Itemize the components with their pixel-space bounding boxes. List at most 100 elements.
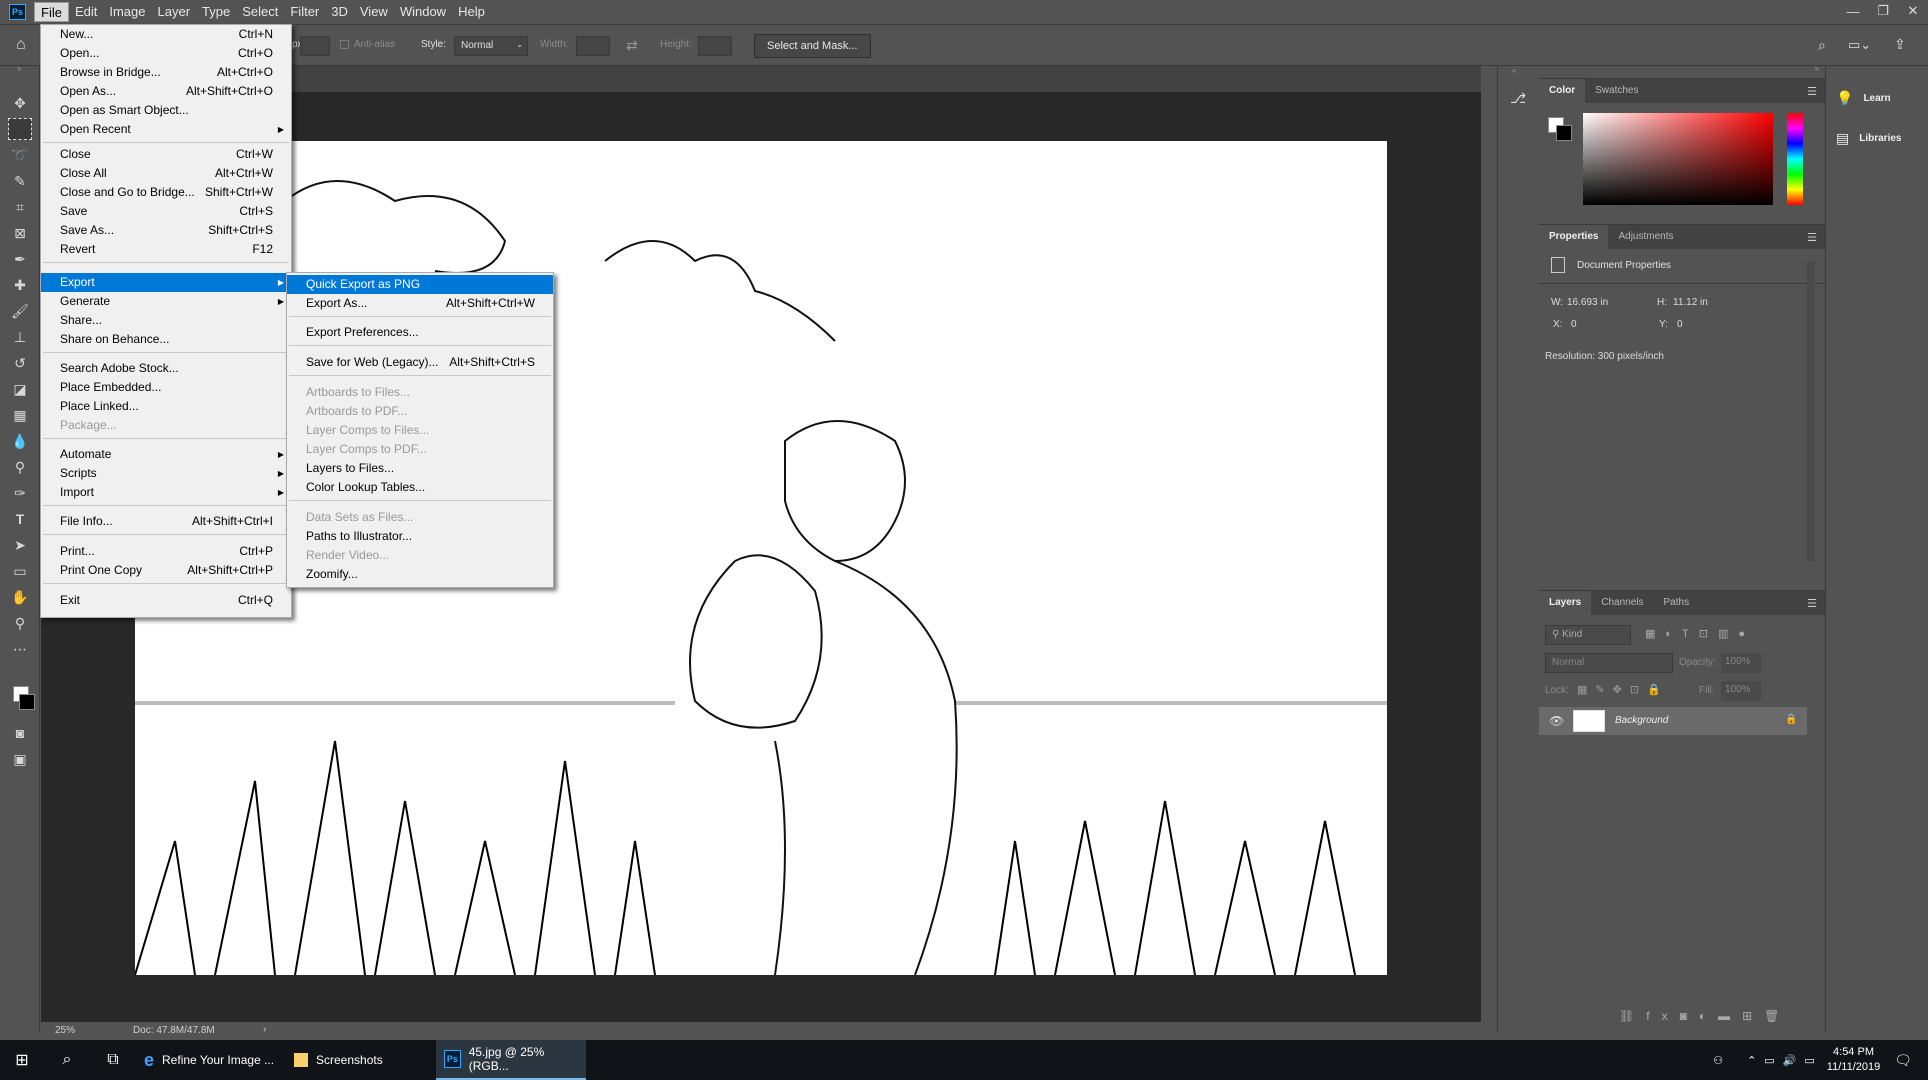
menu-item-close-go-bridge[interactable]: Close and Go to Bridge... Shift+Ctrl+W: [41, 183, 291, 202]
menu-item-search-stock[interactable]: Search Adobe Stock...: [41, 359, 291, 378]
menu-item-place-embedded[interactable]: Place Embedded...: [41, 378, 291, 397]
eye-icon[interactable]: 👁: [1549, 714, 1564, 728]
menu-item-share[interactable]: Share...: [41, 311, 291, 330]
filter-kind-select[interactable]: ⚲ Kind: [1545, 625, 1631, 645]
gradient-tool-icon[interactable]: ▦: [8, 404, 32, 426]
lock-icons[interactable]: ▦✎✥⊡🔒: [1577, 683, 1669, 696]
menu-item-new[interactable]: New... Ctrl+N: [41, 25, 291, 44]
y-value[interactable]: 0: [1677, 319, 1683, 330]
width-input[interactable]: [576, 36, 610, 56]
menu-item-export[interactable]: Export ▶: [41, 273, 291, 292]
panel-menu-icon[interactable]: ☰: [1807, 597, 1817, 610]
antialias-checkbox[interactable]: [340, 40, 349, 49]
pen-tool-icon[interactable]: ✑: [8, 482, 32, 504]
move-tool-icon[interactable]: ✥: [8, 92, 32, 114]
menu-item-quick-export-png[interactable]: Quick Export as PNG: [287, 275, 553, 294]
menu-layer[interactable]: Layer: [152, 2, 197, 22]
menu-item-export-as[interactable]: Export As... Alt+Shift+Ctrl+W: [287, 294, 553, 313]
menu-item-generate[interactable]: Generate ▶: [41, 292, 291, 311]
panel-menu-icon[interactable]: ☰: [1807, 85, 1817, 98]
workspace-icon[interactable]: ▭⌄: [1848, 37, 1871, 53]
menu-item-close-all[interactable]: Close All Alt+Ctrl+W: [41, 164, 291, 183]
menu-item-browse-bridge[interactable]: Browse in Bridge... Alt+Ctrl+O: [41, 63, 291, 82]
menu-item-revert[interactable]: Revert F12: [41, 240, 291, 259]
hand-tool-icon[interactable]: ✋: [8, 586, 32, 608]
more-tools-icon[interactable]: ⋯: [8, 638, 32, 660]
layers-footer-icons[interactable]: ⛓fx◙◐▬⊞🗑: [1619, 1009, 1791, 1023]
libraries-button[interactable]: ▤ Libraries: [1836, 130, 1901, 147]
layer-filter-icons[interactable]: ▦◐T⊡▥●: [1645, 627, 1755, 640]
menu-item-zoomify[interactable]: Zoomify...: [287, 565, 553, 584]
menu-filter[interactable]: Filter: [284, 2, 325, 22]
menu-item-exit[interactable]: Exit Ctrl+Q: [41, 591, 291, 610]
clone-stamp-icon[interactable]: ⊥: [8, 326, 32, 348]
panel-collapse-icon[interactable]: »: [1539, 64, 1825, 73]
bg-swatch[interactable]: [1556, 125, 1572, 141]
screen-mode-icon[interactable]: ▣: [8, 748, 32, 770]
menu-item-open-smart-object[interactable]: Open as Smart Object...: [41, 101, 291, 120]
menu-item-color-lookup[interactable]: Color Lookup Tables...: [287, 478, 553, 497]
taskbar-app-photoshop[interactable]: Ps 45.jpg @ 25% (RGB...: [436, 1040, 586, 1080]
search-icon[interactable]: ⌕: [1818, 37, 1826, 54]
menu-edit[interactable]: Edit: [69, 2, 103, 22]
menu-item-open-as[interactable]: Open As... Alt+Shift+Ctrl+O: [41, 82, 291, 101]
color-picker-field[interactable]: [1583, 113, 1773, 205]
menu-item-export-preferences[interactable]: Export Preferences...: [287, 323, 553, 342]
menu-item-place-linked[interactable]: Place Linked...: [41, 397, 291, 416]
network-icon[interactable]: ▭: [1764, 1054, 1774, 1067]
background-color-swatch[interactable]: [19, 694, 35, 710]
taskbar-app-explorer[interactable]: Screenshots: [286, 1040, 436, 1080]
volume-icon[interactable]: 🔊: [1783, 1054, 1797, 1067]
h-value[interactable]: 11.12 in: [1673, 297, 1708, 308]
blur-tool-icon[interactable]: 💧: [8, 430, 32, 452]
lasso-tool-icon[interactable]: ➰: [8, 144, 32, 166]
restore-icon[interactable]: ❐: [1868, 0, 1898, 22]
eyedropper-tool-icon[interactable]: ✒: [8, 248, 32, 270]
menu-item-print[interactable]: Print... Ctrl+P: [41, 542, 291, 561]
close-icon[interactable]: ✕: [1898, 0, 1928, 22]
taskbar-app-edge[interactable]: e Refine Your Image ...: [136, 1040, 286, 1080]
expand-icon[interactable]: «: [1512, 66, 1516, 75]
home-icon[interactable]: ⌂: [16, 36, 26, 54]
quick-select-tool-icon[interactable]: ✎: [8, 170, 32, 192]
history-panel-icon[interactable]: ⎇: [1510, 90, 1526, 107]
menu-item-share-behance[interactable]: Share on Behance...: [41, 330, 291, 349]
menu-item-save-for-web[interactable]: Save for Web (Legacy)... Alt+Shift+Ctrl+S: [287, 353, 553, 372]
brush-tool-icon[interactable]: 🖌: [8, 300, 32, 322]
menu-item-close[interactable]: Close Ctrl+W: [41, 145, 291, 164]
menu-image[interactable]: Image: [103, 2, 151, 22]
path-select-icon[interactable]: ➤: [8, 534, 32, 556]
menu-help[interactable]: Help: [452, 2, 491, 22]
tab-properties[interactable]: Properties: [1539, 225, 1609, 249]
quick-mask-icon[interactable]: ◙: [8, 722, 32, 744]
marquee-tool-icon[interactable]: [8, 118, 32, 140]
frame-tool-icon[interactable]: ⊠: [8, 222, 32, 244]
tab-channels[interactable]: Channels: [1591, 591, 1653, 615]
swap-icon[interactable]: ⇄: [626, 37, 638, 54]
menu-item-save-as[interactable]: Save As... Shift+Ctrl+S: [41, 221, 291, 240]
menu-item-open-recent[interactable]: Open Recent ▶: [41, 120, 291, 139]
notifications-icon[interactable]: 🗨: [1894, 1052, 1912, 1069]
menu-file[interactable]: File: [34, 2, 69, 22]
menu-item-import[interactable]: Import ▶: [41, 483, 291, 502]
x-value[interactable]: 0: [1571, 319, 1577, 330]
windows-start-icon[interactable]: ⊞: [0, 1040, 44, 1080]
feather-input[interactable]: [300, 36, 330, 56]
menu-item-file-info[interactable]: File Info... Alt+Shift+Ctrl+I: [41, 512, 291, 531]
menu-3d[interactable]: 3D: [325, 2, 354, 22]
type-tool-icon[interactable]: T: [8, 508, 32, 530]
menu-view[interactable]: View: [354, 2, 394, 22]
menu-select[interactable]: Select: [236, 2, 284, 22]
tab-layers[interactable]: Layers: [1539, 591, 1592, 615]
style-select[interactable]: Normal ⌄: [454, 36, 528, 56]
rectangle-tool-icon[interactable]: ▭: [8, 560, 32, 582]
task-view-icon[interactable]: ⧉: [90, 1040, 136, 1080]
menu-item-print-one-copy[interactable]: Print One Copy Alt+Shift+Ctrl+P: [41, 561, 291, 580]
minimize-icon[interactable]: —: [1838, 0, 1868, 22]
dodge-tool-icon[interactable]: ⚲: [8, 456, 32, 478]
select-and-mask-button[interactable]: Select and Mask...: [754, 34, 871, 58]
collapse-icon[interactable]: »: [17, 64, 21, 73]
blend-mode-select[interactable]: Normal: [1545, 653, 1673, 673]
properties-scrollbar[interactable]: [1807, 261, 1815, 561]
battery-icon[interactable]: ▭: [1804, 1054, 1814, 1067]
